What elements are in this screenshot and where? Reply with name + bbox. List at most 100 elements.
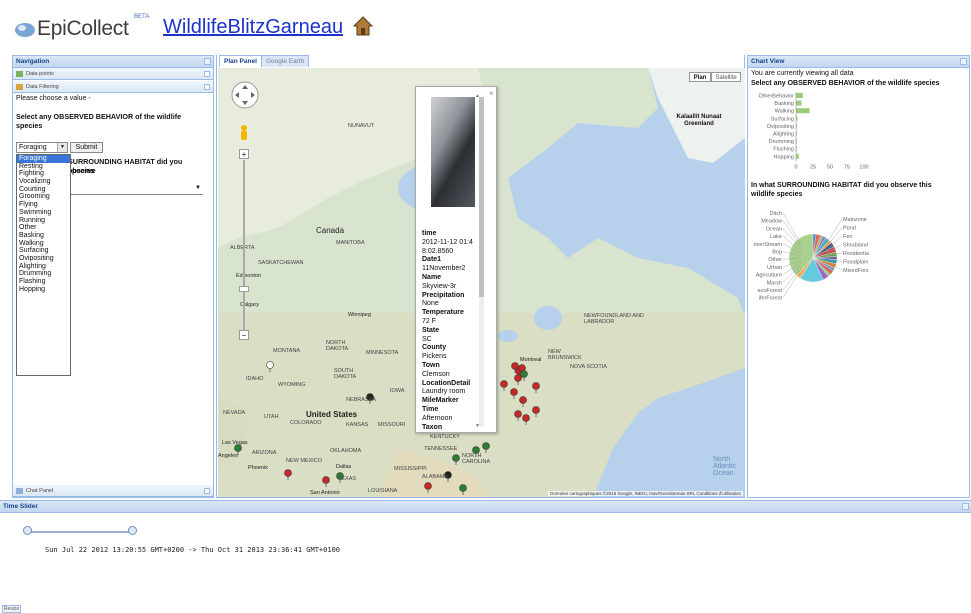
map-type-satellite-button[interactable]: Satellite [711, 72, 741, 82]
map-label-angeles: Angeles [218, 453, 238, 459]
dropdown-option[interactable]: Ovipositing [17, 255, 70, 263]
dropdown-option[interactable]: Flying [17, 201, 70, 209]
dropdown-option[interactable]: Walking [17, 240, 70, 248]
bar-category-label: Drumming [769, 139, 794, 145]
behavior-question: Select any OBSERVED BEHAVIOR of the wild… [16, 112, 182, 130]
dropdown-option[interactable]: Resting [17, 163, 70, 171]
pie-label: Pond [843, 226, 856, 232]
dropdown-option[interactable]: Hopping [17, 286, 70, 294]
zoom-out-button[interactable]: − [239, 330, 249, 340]
project-title-link[interactable]: WildlifeBlitzGarneau [163, 16, 343, 39]
bar-category-label: Basking [774, 101, 794, 107]
tab-google-earth[interactable]: Google Earth [261, 55, 310, 67]
habitat-question-cont: species [68, 166, 95, 175]
bar-category-label: Surfacing [771, 116, 794, 122]
popup-field-key: Name [422, 273, 442, 281]
home-icon[interactable] [352, 15, 374, 37]
collapse-navigation-button[interactable] [204, 58, 211, 65]
dropdown-option[interactable]: Swimming [17, 209, 70, 217]
map-label-las-vegas: Las Vegas [222, 440, 248, 446]
expand-icon[interactable] [204, 488, 210, 494]
habitat-pie-chart: Ditch MeadowOcean Lake riverStream BogOther U… [754, 211, 870, 302]
dropdown-option[interactable]: Fighting [17, 170, 70, 178]
map-label-winnipeg: Winnipeg [348, 312, 371, 318]
time-slider-end-handle[interactable] [128, 526, 137, 535]
expand-icon[interactable] [204, 71, 210, 77]
navigation-panel: Navigation Data points Data Filtering Pl… [12, 55, 214, 498]
pie-label: Marsh [767, 280, 782, 286]
bar [796, 108, 810, 114]
map-label-tennessee: TENNESSEE [424, 446, 458, 452]
bar-tick-label: 75 [844, 164, 850, 170]
submit-button[interactable]: Submit [70, 142, 103, 153]
resize-handle[interactable]: Resize [2, 605, 22, 613]
dropdown-option[interactable]: Grooming [17, 193, 70, 201]
scroll-up-icon[interactable]: ▲ [475, 93, 480, 99]
dropdown-option[interactable]: Flashing [17, 278, 70, 286]
behavior-select-value: Foraging [19, 144, 47, 151]
map-canvas[interactable]: Canada United States Kalaallit Nunaat Gr… [218, 68, 745, 497]
dropdown-option[interactable]: Foraging [17, 155, 70, 163]
tab-plan-panel[interactable]: Plan Panel [219, 55, 262, 67]
map-label-alabama: ALABAMA [422, 474, 448, 480]
chevron-down-icon[interactable]: ▼ [57, 143, 67, 152]
zoom-slider-thumb[interactable] [239, 286, 249, 292]
collapse-time-slider-button[interactable] [962, 503, 969, 510]
collapse-chart-view-button[interactable] [960, 58, 967, 65]
dropdown-option[interactable]: Basking [17, 232, 70, 240]
filter-icon [16, 84, 23, 90]
navigation-title: Navigation [13, 56, 213, 68]
pan-control[interactable] [230, 80, 260, 110]
bar-tick-label: 25 [810, 164, 816, 170]
dropdown-option[interactable]: Drumming [17, 270, 70, 278]
pie-label: Ocean [766, 226, 782, 232]
dropdown-option[interactable]: Courting [17, 186, 70, 194]
dropdown-option[interactable]: Vocalizing [17, 178, 70, 186]
map-type-plan-button[interactable]: Plan [689, 72, 711, 82]
accordion-data-points[interactable]: Data points [13, 68, 213, 80]
map-label-mississippi: MISSISSIPPI [394, 466, 427, 472]
popup-field-key: Taxon [422, 423, 443, 431]
popup-scrollbar[interactable] [479, 97, 484, 427]
dropdown-option[interactable]: Running [17, 217, 70, 225]
zoom-in-button[interactable]: + [239, 149, 249, 159]
beta-badge: BETA [134, 14, 150, 20]
map-label-south-dakota: SOUTH DAKOTA [334, 368, 357, 380]
bar-category-label: Ovipositing [767, 124, 794, 130]
map-label-missouri: MISSOURI [378, 422, 406, 428]
close-icon[interactable]: × [489, 89, 494, 98]
data-points-icon [16, 71, 23, 77]
map-label-minnesota: MINNESOTA [366, 350, 399, 356]
popup-field-value: Laundry room [422, 388, 466, 396]
bar-category-label: Hopping [774, 154, 795, 160]
map-label-nebraska: NEBRASKA [346, 397, 376, 403]
street-view-pegman-icon[interactable] [238, 124, 250, 144]
scrollbar-thumb[interactable] [479, 97, 484, 297]
accordion-chat-panel[interactable]: Chat Panel [13, 485, 213, 497]
accordion-data-filtering[interactable]: Data Filtering [13, 81, 213, 93]
time-slider-start-handle[interactable] [23, 526, 32, 535]
time-slider-title: Time Slider [0, 501, 971, 513]
popup-field-value: None [422, 300, 439, 308]
popup-field-value: Skyview-3r [422, 282, 457, 290]
popup-field-key: Time [422, 405, 439, 413]
chat-panel-label: Chat Panel [26, 488, 54, 494]
dropdown-option[interactable]: Alighting [17, 263, 70, 271]
behavior-select[interactable]: Foraging ▼ [16, 142, 68, 153]
pie-label: Shrubland [843, 243, 868, 249]
bar-category-label: OtherBehavior [759, 94, 795, 100]
habitat-select[interactable]: ▼ [69, 184, 203, 195]
map-label-nova-scotia: NOVA SCOTIA [570, 364, 607, 370]
popup-field-key: Date1 [422, 256, 442, 264]
map-label-arizona: ARIZONA [252, 450, 277, 456]
map-label-new-brunswick: NEW BRUNSWICK [548, 349, 582, 361]
zoom-slider-track[interactable] [243, 160, 245, 330]
observation-photo [431, 97, 475, 207]
time-slider-track[interactable] [28, 531, 134, 533]
chevron-down-icon[interactable]: ▼ [195, 185, 201, 191]
popup-field-value: Afternoon [422, 414, 453, 422]
behavior-dropdown-list[interactable]: Foraging Resting Fighting Vocalizing Courtin… [16, 154, 71, 376]
dropdown-option[interactable]: Surfacing [17, 247, 70, 255]
collapse-icon[interactable] [204, 84, 210, 90]
dropdown-option[interactable]: Other [17, 224, 70, 232]
